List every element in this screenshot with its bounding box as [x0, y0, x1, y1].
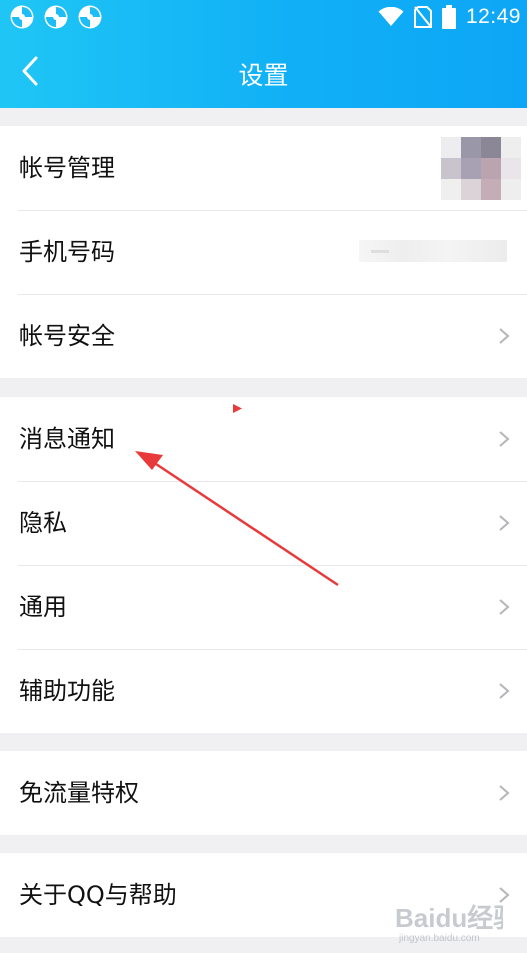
settings-group-general: 消息通知 隐私 通用 辅助功能 [0, 397, 527, 733]
status-left-icons [10, 5, 102, 29]
status-right-icons: 12:49 [378, 3, 521, 31]
avatar-pixel [441, 137, 461, 158]
page-title: 设置 [238, 61, 289, 90]
header: 12:49 设置 [0, 0, 527, 108]
row-label: 帐号管理 [19, 154, 115, 182]
row-general[interactable]: 通用 [0, 565, 527, 649]
avatar-pixel [481, 179, 501, 200]
row-account-management[interactable]: 帐号管理 [0, 126, 527, 210]
row-label: 辅助功能 [19, 677, 115, 705]
watermark-subtext: jingyan.baidu.com [398, 933, 480, 944]
avatar-pixel [461, 158, 481, 179]
chevron-right-icon [499, 599, 510, 615]
masked-phone-value [359, 240, 507, 262]
avatar-pixel [481, 137, 501, 158]
settings-group-free-data: 免流量特权 [0, 751, 527, 835]
app-notification-icon [44, 5, 68, 29]
row-privacy[interactable]: 隐私 [0, 481, 527, 565]
status-time: 12:49 [465, 5, 521, 28]
avatar-pixel [441, 158, 461, 179]
avatar-pixel [481, 158, 501, 179]
row-free-data-privilege[interactable]: 免流量特权 [0, 751, 527, 835]
avatar-pixel [501, 179, 521, 200]
row-label: 免流量特权 [19, 779, 139, 807]
avatar-pixel [461, 137, 481, 158]
chevron-right-icon [499, 515, 510, 531]
chevron-right-icon [499, 431, 510, 447]
avatar-pixel [501, 158, 521, 179]
no-sim-icon [413, 6, 432, 28]
settings-group-account: 帐号管理 手机号码 帐号安全 [0, 126, 527, 378]
app-notification-icon [78, 5, 102, 29]
chevron-right-icon [499, 785, 510, 801]
row-message-notifications[interactable]: 消息通知 [0, 397, 527, 481]
avatar-pixel [461, 179, 481, 200]
wifi-icon [378, 7, 404, 26]
row-phone-number[interactable]: 手机号码 [0, 210, 527, 294]
baidu-watermark-logo: Baidu经验 jingyan.baidu.com [395, 903, 503, 944]
row-label: 消息通知 [19, 425, 115, 453]
row-accessibility[interactable]: 辅助功能 [0, 649, 527, 733]
chevron-right-icon [499, 328, 510, 344]
row-label: 通用 [19, 593, 67, 621]
row-label: 手机号码 [19, 238, 115, 266]
avatar[interactable] [441, 137, 521, 200]
row-label: 隐私 [19, 509, 67, 537]
watermark-text: Baidu经验 [395, 903, 503, 933]
avatar-pixel [501, 137, 521, 158]
row-label: 关于QQ与帮助 [19, 881, 177, 909]
avatar-pixel [441, 179, 461, 200]
navbar: 设置 [0, 34, 527, 108]
chevron-right-icon [499, 683, 510, 699]
status-bar: 12:49 [0, 0, 527, 34]
app-notification-icon [10, 5, 34, 29]
row-label: 帐号安全 [19, 322, 115, 350]
row-account-security[interactable]: 帐号安全 [0, 294, 527, 378]
battery-icon [441, 5, 456, 29]
